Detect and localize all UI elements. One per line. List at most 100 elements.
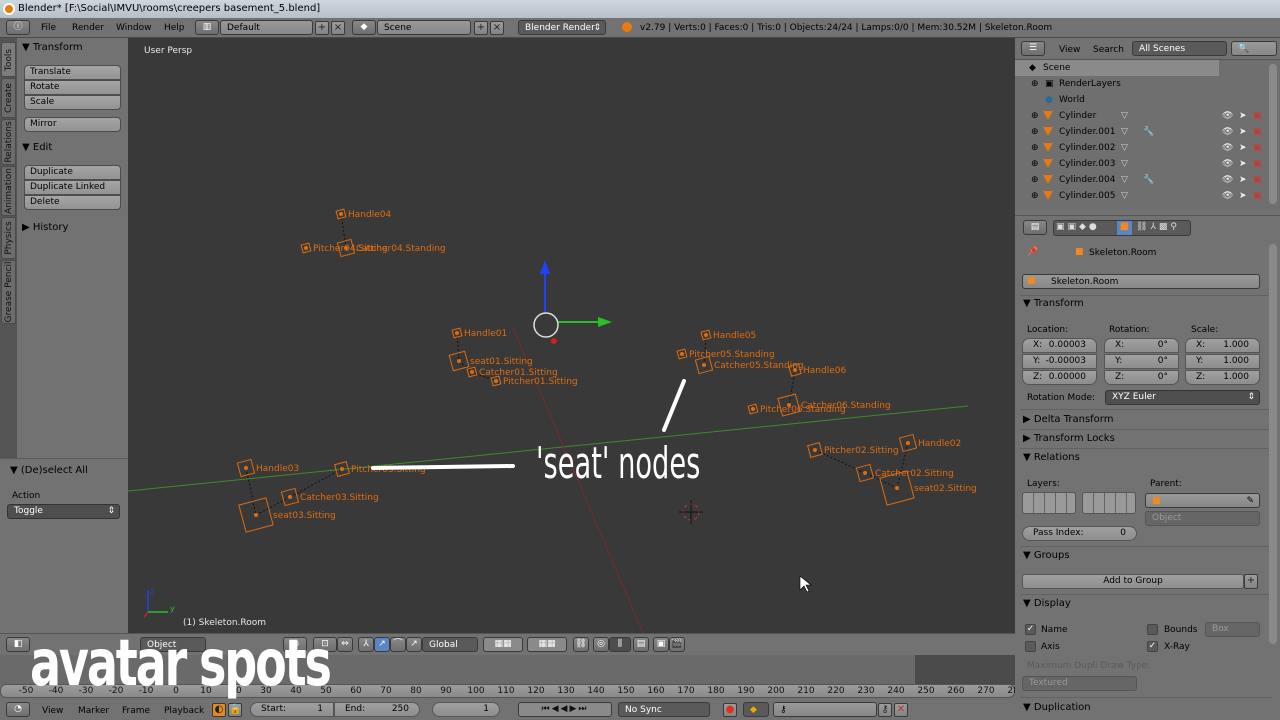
timeline-menu-view[interactable]: View	[42, 704, 63, 718]
transform-locks-header[interactable]: ▶ Transform Locks	[1023, 433, 1115, 444]
editor-type-properties-button[interactable]: ▤	[1023, 220, 1047, 235]
manipulator-toggle-button[interactable]: ⅄	[358, 637, 374, 652]
start-frame-field[interactable]: Start: 1	[250, 702, 334, 717]
object-origin-circle[interactable]	[533, 312, 559, 338]
delta-transform-header[interactable]: ▶ Delta Transform	[1023, 414, 1113, 425]
rotation-x-field[interactable]: X: 0°	[1104, 338, 1179, 353]
outliner-menu-view[interactable]: View	[1059, 43, 1080, 57]
scale-x-field[interactable]: X: 1.000	[1185, 338, 1260, 353]
editor-type-3d-button[interactable]: ◧	[6, 637, 30, 652]
selectable-cursor-icon[interactable]: ➤	[1239, 140, 1247, 156]
editor-type-timeline-button[interactable]: ◔	[6, 702, 30, 717]
scale-z-field[interactable]: Z: 1.000	[1185, 370, 1260, 385]
duplication-header[interactable]: ▼ Duplication	[1023, 702, 1091, 713]
timeline-menu-frame[interactable]: Frame	[122, 704, 150, 718]
empty-origin-dot[interactable]	[339, 212, 343, 216]
expand-icon[interactable]: ⊕	[1031, 108, 1039, 124]
expand-icon[interactable]: ⊕	[1031, 76, 1039, 92]
lock-camera-layers-button[interactable]: ⛓	[573, 637, 589, 652]
rotation-y-field[interactable]: Y: 0°	[1104, 354, 1179, 369]
expand-icon[interactable]: ⊕	[1031, 156, 1039, 172]
outliner-row-object[interactable]: ⊕ Cylinder.002 ▽ 👁 ➤ ▣	[1015, 140, 1280, 156]
empty-origin-dot[interactable]	[906, 441, 910, 445]
object-context-tab[interactable]: ■	[1117, 221, 1132, 235]
snap-target-button[interactable]: ▤	[633, 637, 649, 652]
transform-orientation-select[interactable]: Global	[422, 637, 478, 652]
add-to-group-button[interactable]: Add to Group	[1022, 574, 1244, 589]
selectable-cursor-icon[interactable]: ➤	[1239, 172, 1247, 188]
mirror-button[interactable]: Mirror	[24, 117, 121, 132]
timeline-menu-marker[interactable]: Marker	[78, 704, 109, 718]
outliner-row-object[interactable]: ⊕ Cylinder.004 ▽ 🔧 👁 ➤ ▣	[1015, 172, 1280, 188]
renderable-camera-icon[interactable]: ▣	[1253, 124, 1262, 140]
x-manipulator-dot[interactable]	[551, 338, 557, 344]
tab-relations[interactable]: Relations	[1, 119, 16, 165]
outliner-row-object[interactable]: ⊕ Cylinder ▽ 👁 ➤ ▣	[1015, 108, 1280, 124]
keying-set-field[interactable]: ⚷	[773, 702, 877, 717]
delete-keyframe-button[interactable]: ✕	[894, 703, 908, 717]
editor-type-outliner-button[interactable]: ☰	[1021, 41, 1045, 56]
relations-header[interactable]: ▼ Relations	[1023, 452, 1080, 463]
location-z-field[interactable]: Z: 0.00000	[1022, 370, 1097, 385]
transform-panel-header[interactable]: ▼ Transform	[22, 40, 83, 56]
delete-scene-button[interactable]: ×	[490, 21, 504, 35]
playback-controls[interactable]: ⏮◀◀▶⏭	[518, 702, 612, 717]
outliner-menu-search[interactable]: Search	[1093, 43, 1124, 57]
empty-origin-dot[interactable]	[288, 495, 292, 499]
empty-origin-dot[interactable]	[455, 331, 459, 335]
empty-origin-dot[interactable]	[863, 471, 867, 475]
axis-checkbox[interactable]	[1025, 641, 1036, 652]
snap-toggle-button[interactable]: ⫼	[609, 637, 631, 652]
render-opengl-button[interactable]: ▣	[653, 637, 669, 652]
visibility-eye-icon[interactable]: 👁	[1222, 156, 1233, 172]
renderable-camera-icon[interactable]: ▣	[1253, 188, 1262, 204]
tab-tools[interactable]: Tools	[1, 42, 16, 77]
render-engine-select[interactable]: Blender Render ⇕	[518, 20, 606, 35]
renderable-camera-icon[interactable]: ▣	[1253, 108, 1262, 124]
layers-grid-b[interactable]	[1082, 492, 1136, 514]
empty-origin-dot[interactable]	[751, 407, 755, 411]
empty-origin-dot[interactable]	[457, 359, 461, 363]
add-scene-button[interactable]: +	[474, 21, 488, 35]
selectable-cursor-icon[interactable]: ➤	[1239, 188, 1247, 204]
renderable-camera-icon[interactable]: ▣	[1253, 172, 1262, 188]
add-group-plus-button[interactable]: +	[1244, 574, 1258, 589]
name-checkbox[interactable]: ✓	[1025, 624, 1036, 635]
selectable-cursor-icon[interactable]: ➤	[1239, 156, 1247, 172]
renderable-camera-icon[interactable]: ▣	[1253, 140, 1262, 156]
scale-button[interactable]: Scale	[24, 95, 121, 110]
proportional-editing-button[interactable]: ◎	[593, 637, 609, 652]
expand-icon[interactable]: ⊕	[1031, 124, 1039, 140]
renderable-camera-icon[interactable]: ▣	[1253, 156, 1262, 172]
tab-physics[interactable]: Physics	[1, 217, 16, 259]
menu-render[interactable]: Render	[72, 21, 104, 35]
expand-icon[interactable]: ⊕	[1031, 172, 1039, 188]
visibility-eye-icon[interactable]: 👁	[1222, 124, 1233, 140]
empty-origin-dot[interactable]	[813, 448, 817, 452]
tab-animation[interactable]: Animation	[1, 166, 16, 216]
menu-window[interactable]: Window	[116, 21, 152, 35]
outliner-row-scene[interactable]: ◆ Scene	[1015, 60, 1219, 76]
location-x-field[interactable]: X: 0.00003	[1022, 338, 1097, 353]
bounds-type-select[interactable]: Box	[1205, 622, 1260, 637]
rotation-mode-select[interactable]: XYZ Euler ⇕	[1105, 390, 1260, 405]
empty-origin-dot[interactable]	[344, 246, 348, 250]
insert-keyframe-button[interactable]: ⚷	[878, 703, 892, 717]
empty-origin-dot[interactable]	[787, 403, 791, 407]
screen-layout-icon[interactable]: ▥	[195, 20, 219, 35]
layers-grid-2[interactable]: ▦▦	[527, 637, 567, 652]
selectable-cursor-icon[interactable]: ➤	[1239, 108, 1247, 124]
empty-origin-dot[interactable]	[793, 368, 797, 372]
duplicate-button[interactable]: Duplicate	[24, 165, 121, 180]
outliner-row-renderlayers[interactable]: ⊕ ▣ RenderLayers	[1015, 76, 1265, 92]
empty-origin-dot[interactable]	[704, 333, 708, 337]
outliner-display-mode-select[interactable]: All Scenes	[1132, 41, 1227, 56]
scale-y-field[interactable]: Y: 1.000	[1185, 354, 1260, 369]
history-panel-header[interactable]: ▶ History	[22, 220, 68, 236]
groups-header[interactable]: ▼ Groups	[1023, 550, 1070, 561]
empty-origin-dot[interactable]	[680, 352, 684, 356]
parent-type-select[interactable]: Object	[1145, 511, 1260, 526]
rotate-manipulator-button[interactable]: ⌒	[390, 637, 406, 652]
parent-field[interactable]: ■ ✎	[1145, 493, 1260, 508]
translate-manipulator-button[interactable]: ↗	[374, 637, 390, 652]
